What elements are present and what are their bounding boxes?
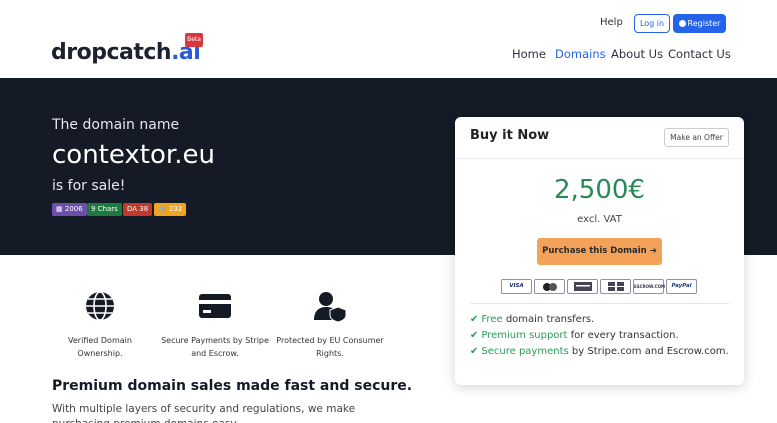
hero-for-sale: is for sale!	[52, 178, 126, 194]
hero-intro: The domain name	[52, 117, 180, 133]
logo[interactable]: dropcatch.ai	[51, 40, 201, 65]
feature-verified-text: Verified Domain Ownership.	[68, 336, 132, 358]
purchase-label: Purchase this Domain	[542, 246, 647, 256]
globe-icon	[86, 291, 114, 321]
mastercard-icon	[534, 279, 565, 294]
feature-protected-text: Protected by EU Consumer Rights.	[276, 336, 384, 358]
feature-payments-text: Secure Payments by Stripe and Escrow.	[161, 336, 269, 358]
year-badge: ▦ 2006	[52, 203, 87, 216]
nav-home[interactable]: Home	[512, 47, 546, 61]
logo-text: dropcatch	[51, 40, 172, 65]
card-divider	[470, 303, 729, 304]
benefit-premium-support: ✔ Premium support for every transaction.	[470, 330, 679, 341]
calendar-icon: ▦	[56, 205, 63, 213]
feature-protected: Protected by EU Consumer Rights.	[275, 290, 385, 360]
feature-payments: Secure Payments by Stripe and Escrow.	[160, 290, 270, 360]
register-label: Register	[687, 19, 721, 28]
check-icon: ✔	[470, 330, 479, 341]
link-icon: 🔗	[158, 205, 167, 213]
login-button[interactable]: Log in	[634, 14, 670, 33]
credit-card-icon	[199, 294, 231, 318]
nav-contact-us[interactable]: Contact Us	[668, 47, 731, 61]
section-text: With multiple layers of security and reg…	[52, 403, 356, 423]
nav-about-us[interactable]: About Us	[611, 47, 663, 61]
check-icon: ✔	[470, 346, 479, 357]
payment-methods: VISA ESCROW.COM PayPal	[501, 279, 701, 294]
backlinks-badge: 🔗 232	[154, 203, 187, 216]
purchase-button[interactable]: Purchase this Domain ➔	[537, 238, 662, 265]
register-button[interactable]: Register	[673, 14, 726, 33]
benefit-secure-payments: ✔ Secure payments by Stripe.com and Escro…	[470, 346, 729, 357]
amex-icon	[567, 279, 598, 294]
user-shield-icon	[314, 292, 347, 323]
buy-card: Buy it Now Make an Offer 2,500€ excl. VA…	[455, 117, 744, 385]
check-icon: ✔	[470, 314, 479, 325]
card-header: Buy it Now Make an Offer	[455, 117, 744, 159]
domain-name: contextor.eu	[52, 140, 215, 170]
feature-verified: Verified Domain Ownership.	[45, 290, 155, 360]
nav-domains[interactable]: Domains	[555, 47, 606, 61]
chars-badge: 9 Chars	[87, 203, 122, 216]
help-link[interactable]: Help	[600, 17, 623, 28]
escrow-icon: ESCROW.COM	[633, 279, 665, 294]
vat-note: excl. VAT	[577, 214, 622, 225]
benefit-free-transfers: ✔ Free domain transfers.	[470, 314, 595, 325]
make-offer-button[interactable]: Make an Offer	[664, 128, 729, 147]
beta-badge: Beta	[185, 33, 203, 47]
site-header: dropcatch.ai Beta Help Log in Register H…	[0, 0, 777, 78]
visa-icon: VISA	[501, 279, 532, 294]
da-badge: DA 38	[123, 203, 153, 216]
bank-card-icon	[600, 279, 631, 294]
price: 2,500€	[554, 175, 645, 205]
card-title: Buy it Now	[470, 128, 550, 143]
section-title: Premium domain sales made fast and secur…	[52, 378, 413, 394]
user-icon	[678, 20, 686, 27]
arrow-right-icon: ➔	[649, 246, 657, 256]
paypal-icon: PayPal	[666, 279, 697, 294]
